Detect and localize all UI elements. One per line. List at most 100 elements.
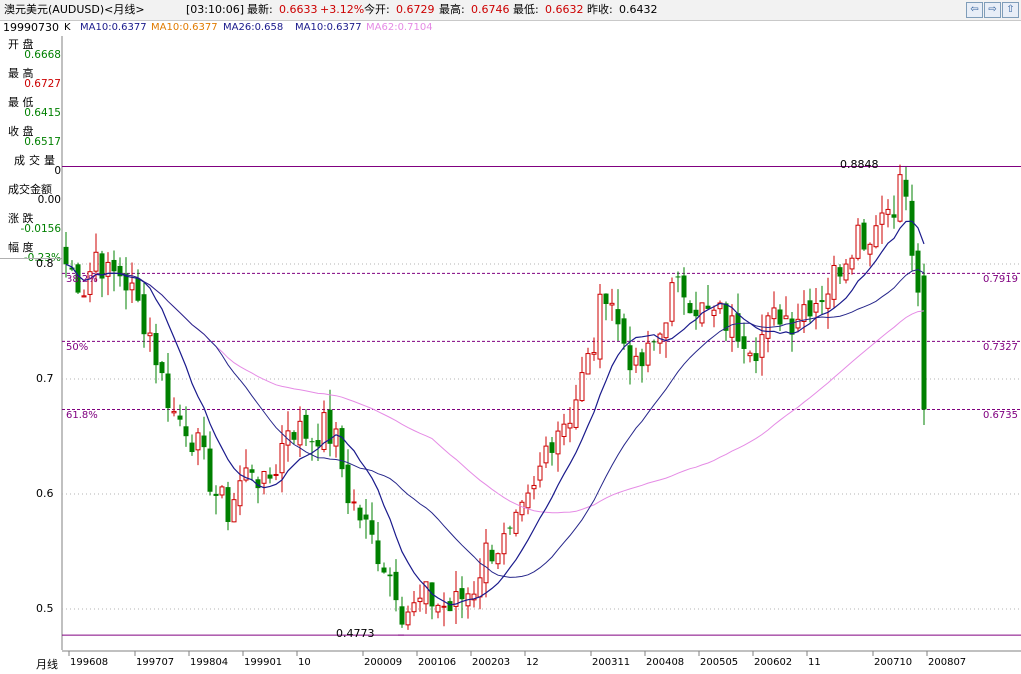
candle-body [507,527,513,529]
candle-body [279,443,285,474]
candle-body [351,501,357,504]
candle-body [567,422,573,429]
candle-body [915,250,921,293]
candle-body [495,553,501,565]
x-tick-label: 200408 [646,657,685,668]
candle-body [711,309,717,317]
x-tick-label: 10 [298,657,311,668]
candle-body [375,540,381,565]
candle-body [549,442,555,453]
candle-body [675,276,681,278]
candle-body [753,353,759,362]
candle-body [651,341,657,343]
candle-body [93,251,99,272]
candle-body [831,264,837,300]
candle-body [801,304,807,322]
candle-body [921,275,927,410]
candle-body [381,567,387,573]
candle-body [735,313,741,342]
candle-body [183,426,189,437]
candle-body [879,212,885,225]
candle-body [603,293,609,305]
x-tick-label: 200710 [874,657,913,668]
candle-body [333,428,339,447]
candle-body [681,275,687,298]
candle-body [189,442,195,453]
candle-body [663,322,669,339]
candle-body [729,315,735,338]
ma10-line [65,220,925,606]
candle-body [81,295,87,298]
candle-body [561,423,567,438]
candle-body [435,604,441,613]
x-tick-label: 200311 [592,657,631,668]
candle-body [687,303,693,314]
candle-body [207,448,213,492]
candle-body [843,263,849,281]
ma26-line [65,263,925,578]
candle-body [225,487,231,522]
candle-body [111,259,117,272]
extreme-annotation: 0.8848 [840,158,879,172]
candle-body [867,243,873,255]
candle-body [147,332,153,337]
candle-body [267,474,273,479]
x-tick-label: 200106 [418,657,457,668]
candle-body [669,282,675,322]
y-tick-label: 0.6 [36,487,54,500]
candle-body [447,601,453,612]
x-tick-label: 12 [526,657,539,668]
x-tick-label: 199608 [70,657,109,668]
candle-body [531,484,537,490]
candle-body [615,309,621,325]
candle-body [693,309,699,317]
candle-body [519,501,525,516]
x-tick-label: 200807 [928,657,967,668]
candle-body [195,432,201,451]
candle-body [489,549,495,562]
candle-body [291,432,297,440]
fib-label: 38.2% [66,274,98,286]
candle-body [585,353,591,375]
candle-body [63,246,69,265]
x-axis-period-label: 月线 [36,658,58,671]
candle-body [891,214,897,218]
candle-body [411,602,417,613]
candle-body [213,493,219,496]
candle-body [513,511,519,534]
candle-body [591,352,597,355]
fib-label: 50% [66,342,89,354]
candle-body [771,307,777,320]
candle-body [627,345,633,371]
candle-body [555,430,561,455]
candle-body [345,464,351,504]
candle-body [417,597,423,603]
candle-body [903,179,909,197]
candle-body [231,499,237,523]
candle-body [369,520,375,535]
candle-body [273,473,279,476]
candle-body [783,315,789,320]
candle-body [477,577,483,598]
candle-body [639,352,645,367]
candle-body [849,257,855,270]
fib-label: 61.8% [66,410,98,422]
candle-body [885,208,891,215]
candle-body [171,410,177,414]
candle-body [579,372,585,402]
candle-body [387,574,393,577]
candle-body [303,414,309,439]
x-tick-label: 200009 [364,657,403,668]
x-tick-label: 200505 [700,657,739,668]
candle-body [129,282,135,291]
candle-body [861,222,867,250]
candle-body [357,507,363,521]
extreme-annotation: 0.4773 [336,627,375,641]
candle-body [777,309,783,325]
candle-body [501,533,507,555]
x-tick-label: 199707 [136,657,175,668]
candle-body [393,571,399,601]
candlestick-chart [61,36,1021,656]
candle-body [153,333,159,366]
fib-value: 0.6735 [983,410,1018,422]
